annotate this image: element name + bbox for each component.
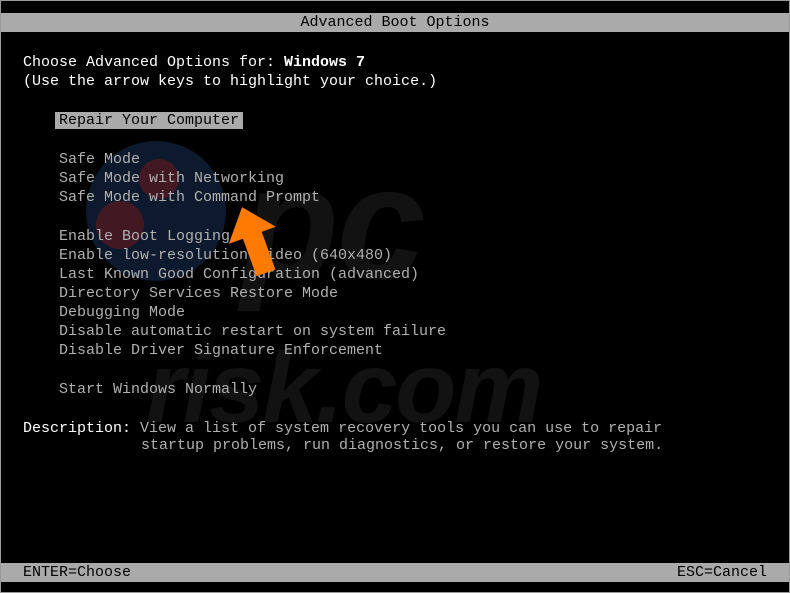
menu-item[interactable]: Safe Mode <box>59 151 767 168</box>
prompt-text: Choose Advanced Options for: <box>23 54 284 71</box>
description-text-2: startup problems, run diagnostics, or re… <box>23 437 767 454</box>
os-name: Windows 7 <box>284 54 365 71</box>
description-text-1: View a list of system recovery tools you… <box>140 420 662 437</box>
menu-item[interactable]: Safe Mode with Networking <box>59 170 767 187</box>
menu-item[interactable]: Enable low-resolution video (640x480) <box>59 247 767 264</box>
menu-item[interactable]: Disable automatic restart on system fail… <box>59 323 767 340</box>
menu-item[interactable]: Last Known Good Configuration (advanced) <box>59 266 767 283</box>
menu-spacer <box>59 361 767 381</box>
description-label: Description: <box>23 420 140 437</box>
menu-item[interactable]: Directory Services Restore Mode <box>59 285 767 302</box>
menu-item[interactable]: Safe Mode with Command Prompt <box>59 189 767 206</box>
footer-bar: ENTER=Choose ESC=Cancel <box>1 563 789 582</box>
menu-item[interactable]: Disable Driver Signature Enforcement <box>59 342 767 359</box>
menu-item[interactable]: Enable Boot Logging <box>59 228 767 245</box>
prompt-line: Choose Advanced Options for: Windows 7 <box>23 54 767 71</box>
footer-esc: ESC=Cancel <box>677 564 767 581</box>
menu-item[interactable]: Repair Your Computer <box>55 112 243 129</box>
menu-item[interactable]: Start Windows Normally <box>59 381 767 398</box>
hint-line: (Use the arrow keys to highlight your ch… <box>23 73 767 90</box>
menu-item[interactable]: Debugging Mode <box>59 304 767 321</box>
footer-enter: ENTER=Choose <box>23 564 131 581</box>
boot-menu[interactable]: Repair Your Computer Safe Mode Safe Mode w… <box>23 112 767 398</box>
description-block: Description: View a list of system recov… <box>23 420 767 454</box>
menu-spacer <box>59 208 767 228</box>
menu-spacer <box>59 131 767 151</box>
title-bar: Advanced Boot Options <box>1 13 789 32</box>
